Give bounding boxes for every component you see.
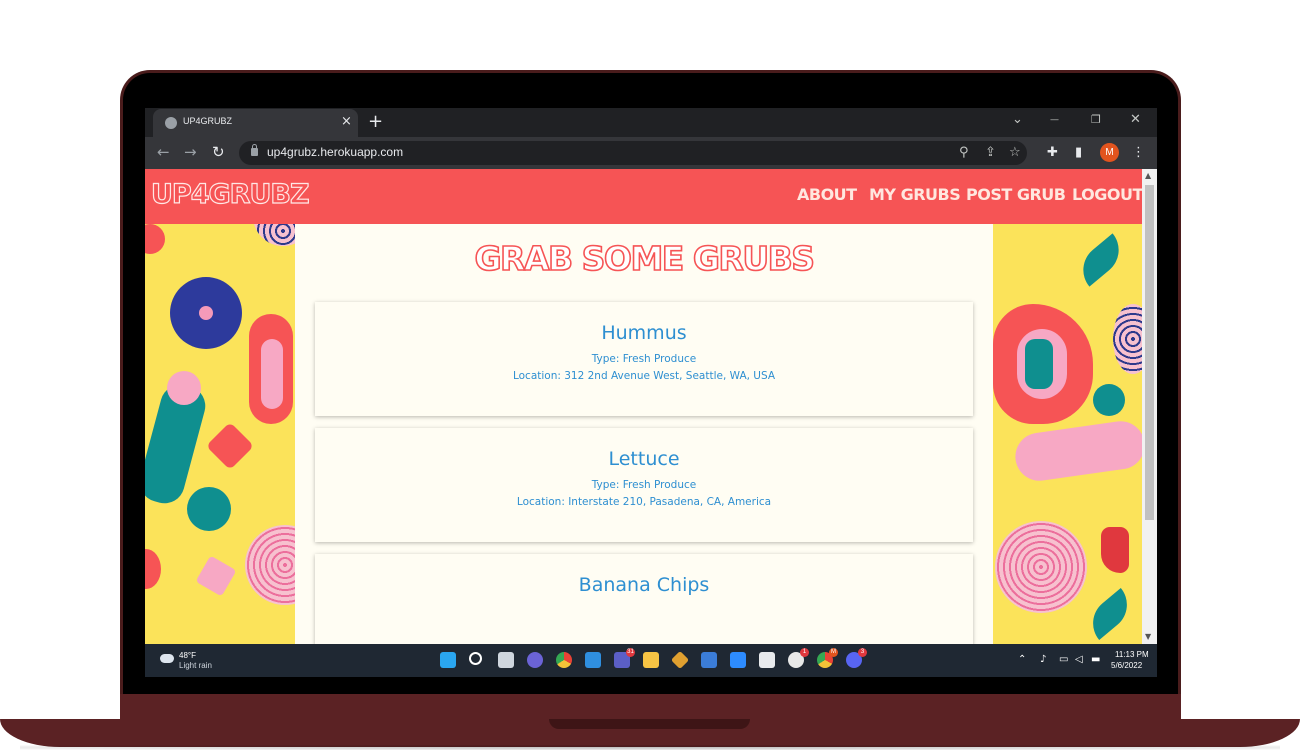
chrome-profile-badge: M: [829, 648, 838, 657]
vscode-icon[interactable]: [585, 652, 601, 668]
teams-badge: 31: [626, 648, 635, 657]
windows-taskbar: 48°F Light rain 31 1 M 3 ⌃ ♪ ▭ ◁ ▬ 11:13…: [145, 644, 1157, 677]
chat-icon[interactable]: [527, 652, 543, 668]
grub-type: Type: Fresh Produce: [591, 479, 697, 491]
page-viewport: Grab Some Grubs Hummus Type: Fresh Produ…: [145, 169, 1142, 644]
laptop-notch: [549, 719, 750, 729]
discord-icon[interactable]: 3: [846, 648, 867, 668]
tomato-illustration: [145, 224, 165, 254]
volume-icon[interactable]: ◁: [1075, 653, 1083, 667]
url-text[interactable]: up4grubz.herokuapp.com: [267, 145, 403, 159]
display-icon[interactable]: ▭: [1059, 653, 1068, 667]
git-icon[interactable]: [670, 650, 690, 670]
battery-icon[interactable]: ▬: [1091, 653, 1100, 667]
laptop-chin: [120, 694, 1181, 720]
scroll-up-icon[interactable]: ▲: [1145, 171, 1151, 180]
share-icon[interactable]: ⇪: [985, 144, 996, 162]
site-navbar: UP4GRUBZ About My Grubs Post Grub Logout: [145, 169, 1142, 224]
berry-illustration: [187, 487, 231, 531]
lock-icon[interactable]: [251, 144, 258, 156]
location-icon[interactable]: ⚲: [959, 144, 969, 162]
nav-my-grubs-link[interactable]: My Grubs: [869, 185, 961, 204]
pink-flower-illustration: [195, 555, 237, 597]
forward-icon[interactable]: →: [184, 143, 197, 161]
page-scrollbar[interactable]: ▲ ▼: [1142, 169, 1157, 644]
nav-post-grub-link[interactable]: Post Grub: [966, 185, 1066, 204]
red-flower-illustration: [205, 421, 255, 471]
teal-flower-illustration: [1093, 384, 1125, 416]
browser-tab[interactable]: UP4GRUBZ ×: [153, 109, 358, 137]
nav-about-link[interactable]: About: [797, 185, 857, 204]
address-bar[interactable]: up4grubz.herokuapp.com ⚲ ⇪ ☆: [239, 141, 1027, 165]
tab-strip: UP4GRUBZ × + ⌄ — ❐ ✕: [145, 108, 1157, 137]
new-tab-button[interactable]: +: [368, 111, 383, 133]
reload-icon[interactable]: ↻: [212, 143, 225, 161]
close-tab-icon[interactable]: ×: [341, 114, 352, 130]
back-icon[interactable]: ←: [157, 143, 170, 161]
cucumber-end-illustration: [167, 371, 201, 405]
microphone-icon[interactable]: ♪: [1040, 653, 1046, 667]
chili-illustration: [1101, 527, 1129, 573]
chevron-up-icon[interactable]: ⌃: [1018, 653, 1026, 667]
grubs-panel: Grab Some Grubs Hummus Type: Fresh Produ…: [295, 177, 993, 644]
leaf-bottom-illustration: [1082, 587, 1138, 641]
grub-location: Location: 312 2nd Avenue West, Seattle, …: [512, 370, 776, 382]
onion-right-bottom-illustration: [995, 521, 1087, 613]
sausage-illustration: [1012, 418, 1142, 484]
slack-icon[interactable]: 1: [788, 648, 809, 668]
tab-search-icon[interactable]: ⌄: [1012, 112, 1023, 128]
globe-icon: [165, 117, 177, 129]
clock-time[interactable]: 11:13 PM: [1115, 650, 1149, 659]
store-icon[interactable]: [759, 652, 775, 668]
profile-avatar[interactable]: M: [1100, 143, 1119, 162]
discord-badge: 3: [858, 648, 867, 657]
flower-center-illustration: [199, 306, 213, 320]
side-panel-icon[interactable]: ▮: [1075, 144, 1082, 162]
search-icon[interactable]: [469, 652, 482, 665]
slack-badge: 1: [800, 648, 809, 657]
clock-date[interactable]: 5/6/2022: [1111, 661, 1142, 670]
teams-icon[interactable]: 31: [614, 648, 635, 668]
onion-right-illustration: [1113, 304, 1142, 374]
file-explorer-icon[interactable]: [643, 652, 659, 668]
terminal-icon[interactable]: [701, 652, 717, 668]
menu-icon[interactable]: ⋮: [1132, 144, 1145, 162]
task-view-icon[interactable]: [498, 652, 514, 668]
cloud-rain-icon[interactable]: [160, 654, 174, 663]
browser-toolbar: ← → ↻ up4grubz.herokuapp.com ⚲ ⇪ ☆ ✚ ▮ M…: [145, 137, 1157, 169]
grub-name[interactable]: Lettuce: [315, 448, 973, 470]
nav-logout-link[interactable]: Logout: [1072, 185, 1142, 204]
pepper-seeds-illustration: [1025, 339, 1053, 389]
scroll-thumb[interactable]: [1145, 185, 1154, 520]
grub-card[interactable]: Hummus Type: Fresh Produce Location: 312…: [315, 302, 973, 416]
pepper-inner-illustration: [261, 339, 283, 409]
weather-temperature[interactable]: 48°F: [179, 651, 196, 660]
grub-card[interactable]: Lettuce Type: Fresh Produce Location: In…: [315, 428, 973, 542]
weather-description[interactable]: Light rain: [179, 661, 212, 670]
grub-location: Location: Interstate 210, Pasadena, CA, …: [516, 496, 772, 508]
grub-name[interactable]: Banana Chips: [315, 574, 973, 596]
grub-card[interactable]: Banana Chips: [315, 554, 973, 644]
chrome-icon[interactable]: [556, 652, 572, 668]
chrome-profile-icon[interactable]: M: [817, 648, 838, 668]
zoom-icon[interactable]: [730, 652, 746, 668]
grub-name[interactable]: Hummus: [315, 322, 973, 344]
tab-title: UP4GRUBZ: [183, 116, 233, 126]
tomato-edge-illustration: [145, 549, 161, 589]
leaf-illustration: [1072, 233, 1130, 287]
screen: UP4GRUBZ × + ⌄ — ❐ ✕ ← → ↻ up4grubz.hero…: [145, 108, 1157, 677]
extensions-icon[interactable]: ✚: [1047, 144, 1058, 162]
grub-type: Type: Fresh Produce: [591, 353, 697, 365]
start-icon[interactable]: [440, 652, 456, 668]
bookmark-star-icon[interactable]: ☆: [1009, 144, 1021, 162]
page-title: Grab Some Grubs: [474, 238, 816, 279]
close-window-icon[interactable]: ✕: [1130, 112, 1141, 128]
scroll-down-icon[interactable]: ▼: [1145, 632, 1151, 641]
restore-icon[interactable]: ❐: [1091, 112, 1101, 128]
site-logo[interactable]: UP4GRUBZ: [150, 178, 310, 210]
minimize-icon[interactable]: —: [1050, 112, 1059, 128]
laptop-shadow: [20, 745, 1280, 750]
